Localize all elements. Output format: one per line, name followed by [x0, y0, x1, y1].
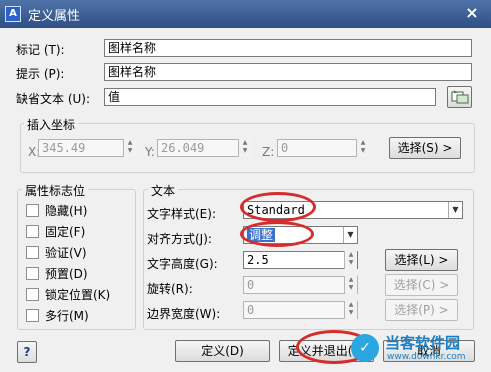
hidden-checkbox[interactable]: [26, 204, 39, 217]
y-spinner[interactable]: ▲ ▼: [238, 139, 251, 157]
multiline-checkbox[interactable]: [26, 309, 39, 322]
lock-position-label: 锁定位置(K): [45, 288, 111, 302]
up-arrow-icon: ▲: [127, 139, 133, 146]
define-attribute-dialog: A 定义属性 × 标记 (T): 图样名称 提示 (P): 图样名称 缺省文本 …: [0, 0, 491, 372]
rotation-label: 旋转(R):: [147, 282, 193, 296]
text-height-input[interactable]: 2.5: [243, 251, 358, 269]
select-width-button[interactable]: 选择(P) >: [385, 299, 458, 321]
insert-field-icon: [451, 90, 468, 104]
multiline-label: 多行(M): [45, 309, 89, 323]
verify-label: 验证(V): [45, 246, 87, 260]
justify-label: 对齐方式(J):: [147, 232, 212, 246]
boundary-width-input[interactable]: 0: [243, 301, 358, 319]
help-button[interactable]: ?: [17, 341, 37, 363]
y-input[interactable]: 26.049: [157, 139, 251, 157]
down-arrow-icon: ▼: [242, 147, 248, 154]
default-label: 缺省文本 (U):: [16, 92, 91, 106]
select-insert-point-button[interactable]: 选择(S) >: [389, 137, 461, 159]
boundary-width-label: 边界宽度(W):: [147, 307, 221, 321]
select-rotation-button[interactable]: 选择(C) >: [385, 274, 458, 296]
fixed-checkbox[interactable]: [26, 225, 39, 238]
chevron-down-icon[interactable]: ▼: [343, 227, 357, 243]
watermark-url: www.downkr.com: [387, 352, 466, 362]
text-style-combo[interactable]: Standard: [243, 201, 463, 219]
tag-input[interactable]: 图样名称: [104, 39, 472, 57]
rotation-spinner[interactable]: ▲ ▼: [344, 276, 357, 294]
watermark-logo-icon: ✓: [351, 334, 379, 362]
up-arrow-icon: ▲: [348, 301, 354, 308]
boundary-width-spinner[interactable]: ▲ ▼: [344, 301, 357, 319]
y-label: Y:: [145, 145, 155, 159]
watermark-text: 当客软件园: [385, 334, 461, 352]
lock-position-checkbox[interactable]: [26, 288, 39, 301]
attribute-flags-title: 属性标志位: [22, 182, 89, 199]
z-label: Z:: [262, 145, 275, 159]
text-height-label: 文字高度(G):: [147, 257, 218, 271]
up-arrow-icon: ▲: [348, 251, 354, 258]
text-height-spinner[interactable]: ▲ ▼: [344, 251, 357, 269]
prompt-input[interactable]: 图样名称: [104, 63, 472, 81]
rotation-input[interactable]: 0: [243, 276, 358, 294]
justify-value: 调整: [247, 228, 276, 242]
verify-checkbox[interactable]: [26, 246, 39, 259]
default-input[interactable]: 值: [104, 88, 436, 106]
hidden-label: 隐藏(H): [45, 204, 88, 218]
insert-point-title: 插入坐标: [24, 116, 79, 133]
title-bar: A 定义属性 ×: [0, 0, 491, 28]
close-icon[interactable]: ×: [461, 2, 483, 24]
up-arrow-icon: ▲: [242, 139, 248, 146]
down-arrow-icon: ▼: [348, 284, 354, 291]
app-icon: A: [5, 6, 21, 22]
watermark: ✓ 当客软件园 www.downkr.com: [347, 330, 487, 370]
x-input[interactable]: 345.49: [38, 139, 136, 157]
fixed-label: 固定(F): [45, 225, 86, 239]
text-settings-title: 文本: [148, 182, 179, 199]
up-arrow-icon: ▲: [360, 139, 366, 146]
prompt-label: 提示 (P):: [16, 67, 65, 81]
text-style-label: 文字样式(E):: [147, 207, 216, 221]
justify-combo[interactable]: 调整: [243, 226, 358, 244]
down-arrow-icon: ▼: [127, 147, 133, 154]
up-arrow-icon: ▲: [348, 276, 354, 283]
define-button[interactable]: 定义(D): [175, 340, 270, 362]
insert-field-button[interactable]: [447, 86, 472, 108]
dialog-title: 定义属性: [28, 9, 81, 24]
down-arrow-icon: ▼: [360, 147, 366, 154]
preset-checkbox[interactable]: [26, 267, 39, 280]
down-arrow-icon: ▼: [348, 309, 354, 316]
z-spinner[interactable]: ▲ ▼: [356, 139, 369, 157]
select-height-button[interactable]: 选择(L) >: [385, 249, 458, 271]
preset-label: 预置(D): [45, 267, 88, 281]
down-arrow-icon: ▼: [348, 259, 354, 266]
tag-label: 标记 (T):: [16, 43, 65, 57]
chevron-down-icon[interactable]: ▼: [448, 202, 462, 218]
x-spinner[interactable]: ▲ ▼: [123, 139, 136, 157]
